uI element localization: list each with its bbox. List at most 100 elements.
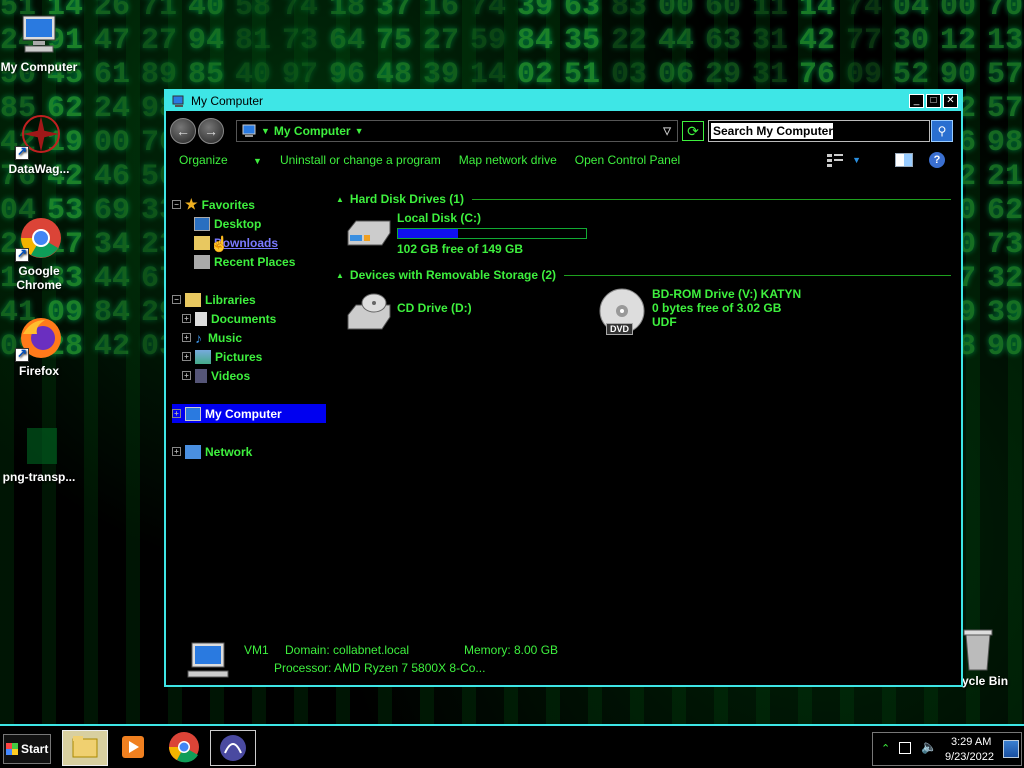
desktop-icon-firefox[interactable]: Firefox — [0, 314, 78, 378]
refresh-button[interactable]: ⟳ — [682, 121, 704, 141]
nav-label: My Computer — [205, 406, 282, 421]
memory-info: Memory: 8.00 GB — [464, 643, 559, 657]
nav-label: Music — [208, 330, 243, 345]
chrome-icon — [169, 732, 199, 763]
nav-favorites[interactable]: − ★ Favorites — [172, 195, 326, 214]
processor-info: Processor: AMD Ryzen 7 5800X 8-Co... — [274, 661, 486, 675]
open-control-panel-button[interactable]: Open Control Panel — [575, 153, 680, 167]
desktop-icon-my-computer[interactable]: My Computer — [0, 10, 78, 74]
close-button[interactable]: ✕ — [943, 94, 958, 108]
taskbar-media-player-button[interactable] — [110, 730, 156, 766]
search-icon[interactable]: ⚲ — [931, 120, 953, 142]
show-hidden-icons-button[interactable]: ⌃ — [881, 742, 890, 755]
expand-icon[interactable]: + — [182, 333, 191, 342]
domain-info: Domain: collabnet.local — [285, 643, 410, 657]
view-options-chevron-icon[interactable]: ▼ — [852, 155, 861, 165]
back-button[interactable]: ← — [170, 118, 196, 144]
nav-network[interactable]: + Network — [172, 442, 326, 461]
expand-icon[interactable]: + — [182, 352, 191, 361]
nav-videos[interactable]: + Videos — [172, 366, 326, 385]
chevron-right-icon[interactable]: ▼ — [261, 126, 270, 136]
taskbar-app-button[interactable] — [210, 730, 256, 766]
organize-menu[interactable]: Organize ▼ — [179, 153, 262, 167]
preview-pane-icon[interactable] — [895, 153, 913, 167]
address-row: ← → ▼ My Computer ▼ ▽ ⟳ ⚲ — [166, 117, 961, 145]
cd-drive-icon — [347, 293, 391, 330]
expand-icon[interactable]: + — [172, 409, 181, 418]
search-input[interactable] — [711, 123, 833, 139]
network-icon — [185, 444, 201, 459]
maximize-button[interactable]: □ — [926, 94, 941, 108]
app-icon — [220, 735, 246, 761]
address-bar[interactable]: ▼ My Computer ▼ ▽ — [236, 120, 678, 142]
music-icon: ♪ — [195, 329, 202, 346]
map-network-drive-button[interactable]: Map network drive — [459, 153, 557, 167]
nav-label: Desktop — [214, 216, 262, 231]
drive-v[interactable]: DVD BD-ROM Drive (V:) KATYN 0 bytes free… — [598, 287, 801, 335]
desktop-icon-datawag[interactable]: DataWag... — [0, 112, 78, 176]
nav-my-computer[interactable]: + My Computer — [172, 404, 326, 423]
chevron-down-icon[interactable]: ▼ — [355, 126, 364, 136]
collapse-icon[interactable]: − — [172, 295, 181, 304]
nav-label: Documents — [211, 311, 277, 326]
drive-name: Local Disk (C:) — [397, 211, 482, 225]
media-player-icon — [122, 736, 144, 758]
title-bar[interactable]: My Computer _ □ ✕ — [166, 91, 961, 111]
nav-libraries[interactable]: − Libraries — [172, 290, 326, 309]
desktop-icon-chrome[interactable]: Google Chrome — [0, 214, 78, 292]
matrix-column: 2647612400466934448442 — [94, 0, 131, 364]
group-removable-storage[interactable]: ▲ Devices with Removable Storage (2) — [336, 267, 951, 283]
dvd-icon: DVD — [598, 287, 646, 335]
clock-time[interactable]: 3:29 AM — [951, 736, 991, 748]
libraries-icon — [185, 292, 201, 307]
nav-downloads[interactable]: Downloads ☝ — [172, 233, 326, 253]
start-button[interactable]: Start — [3, 734, 51, 764]
navigation-pane: − ★ Favorites Desktop Downloads ☝ Recent… — [172, 195, 326, 461]
desktop-icon-label: Firefox — [18, 364, 59, 378]
nav-label: Pictures — [215, 349, 263, 364]
drive-name: CD Drive (D:) — [397, 301, 472, 315]
clock-date[interactable]: 9/23/2022 — [945, 751, 994, 763]
expand-icon[interactable]: + — [182, 371, 191, 380]
datawag-icon — [15, 112, 63, 160]
drive-c[interactable]: Local Disk (C:) 102 GB free of 149 GB — [344, 211, 587, 256]
computer-icon — [242, 124, 256, 137]
taskbar-explorer-button[interactable] — [62, 730, 108, 766]
firefox-icon — [15, 314, 63, 362]
drive-free-space: 102 GB free of 149 GB — [397, 242, 524, 256]
search-box[interactable] — [708, 120, 930, 142]
drive-d[interactable]: CD Drive (D:) — [344, 289, 472, 333]
address-dropdown-icon[interactable]: ▽ — [663, 126, 671, 137]
help-icon[interactable]: ? — [929, 152, 945, 168]
expand-icon[interactable]: + — [172, 447, 181, 456]
start-label: Start — [21, 742, 49, 756]
computer-name: VM1 — [244, 643, 269, 657]
group-hard-disk-drives[interactable]: ▲ Hard Disk Drives (1) — [336, 191, 951, 207]
taskbar-chrome-button[interactable] — [162, 730, 208, 766]
matrix-column: 7013575798216273323990 — [987, 0, 1024, 364]
desktop-icon-label: Google Chrome — [16, 264, 62, 292]
recycle-bin-icon — [960, 624, 996, 672]
network-tray-icon[interactable] — [899, 742, 911, 754]
volume-icon[interactable]: 🔈 — [921, 739, 937, 755]
desktop-icon-png[interactable]: png-transp... — [0, 420, 78, 484]
uninstall-program-button[interactable]: Uninstall or change a program — [280, 153, 441, 167]
window-title: My Computer — [191, 94, 264, 108]
address-crumb[interactable]: My Computer — [274, 124, 351, 138]
forward-button[interactable]: → — [198, 118, 224, 144]
drive-name: BD-ROM Drive (V:) KATYN — [652, 287, 802, 301]
drive-free-space: 0 bytes free of 3.02 GB — [652, 301, 782, 315]
group-header: Devices with Removable Storage (2) — [349, 268, 556, 282]
nav-documents[interactable]: + Documents — [172, 309, 326, 328]
collapse-icon[interactable]: − — [172, 200, 181, 209]
nav-pictures[interactable]: + Pictures — [172, 347, 326, 366]
explorer-window[interactable]: My Computer _ □ ✕ ← → ▼ My Computer ▼ ▽ … — [164, 89, 963, 687]
show-desktop-icon[interactable] — [1003, 740, 1019, 758]
minimize-button[interactable]: _ — [909, 94, 924, 108]
nav-recent-places[interactable]: Recent Places — [172, 252, 326, 271]
nav-desktop[interactable]: Desktop — [172, 214, 326, 233]
change-view-icon[interactable] — [826, 153, 844, 167]
group-header: Hard Disk Drives (1) — [349, 192, 464, 206]
nav-music[interactable]: + ♪ Music — [172, 328, 326, 347]
expand-icon[interactable]: + — [182, 314, 191, 323]
